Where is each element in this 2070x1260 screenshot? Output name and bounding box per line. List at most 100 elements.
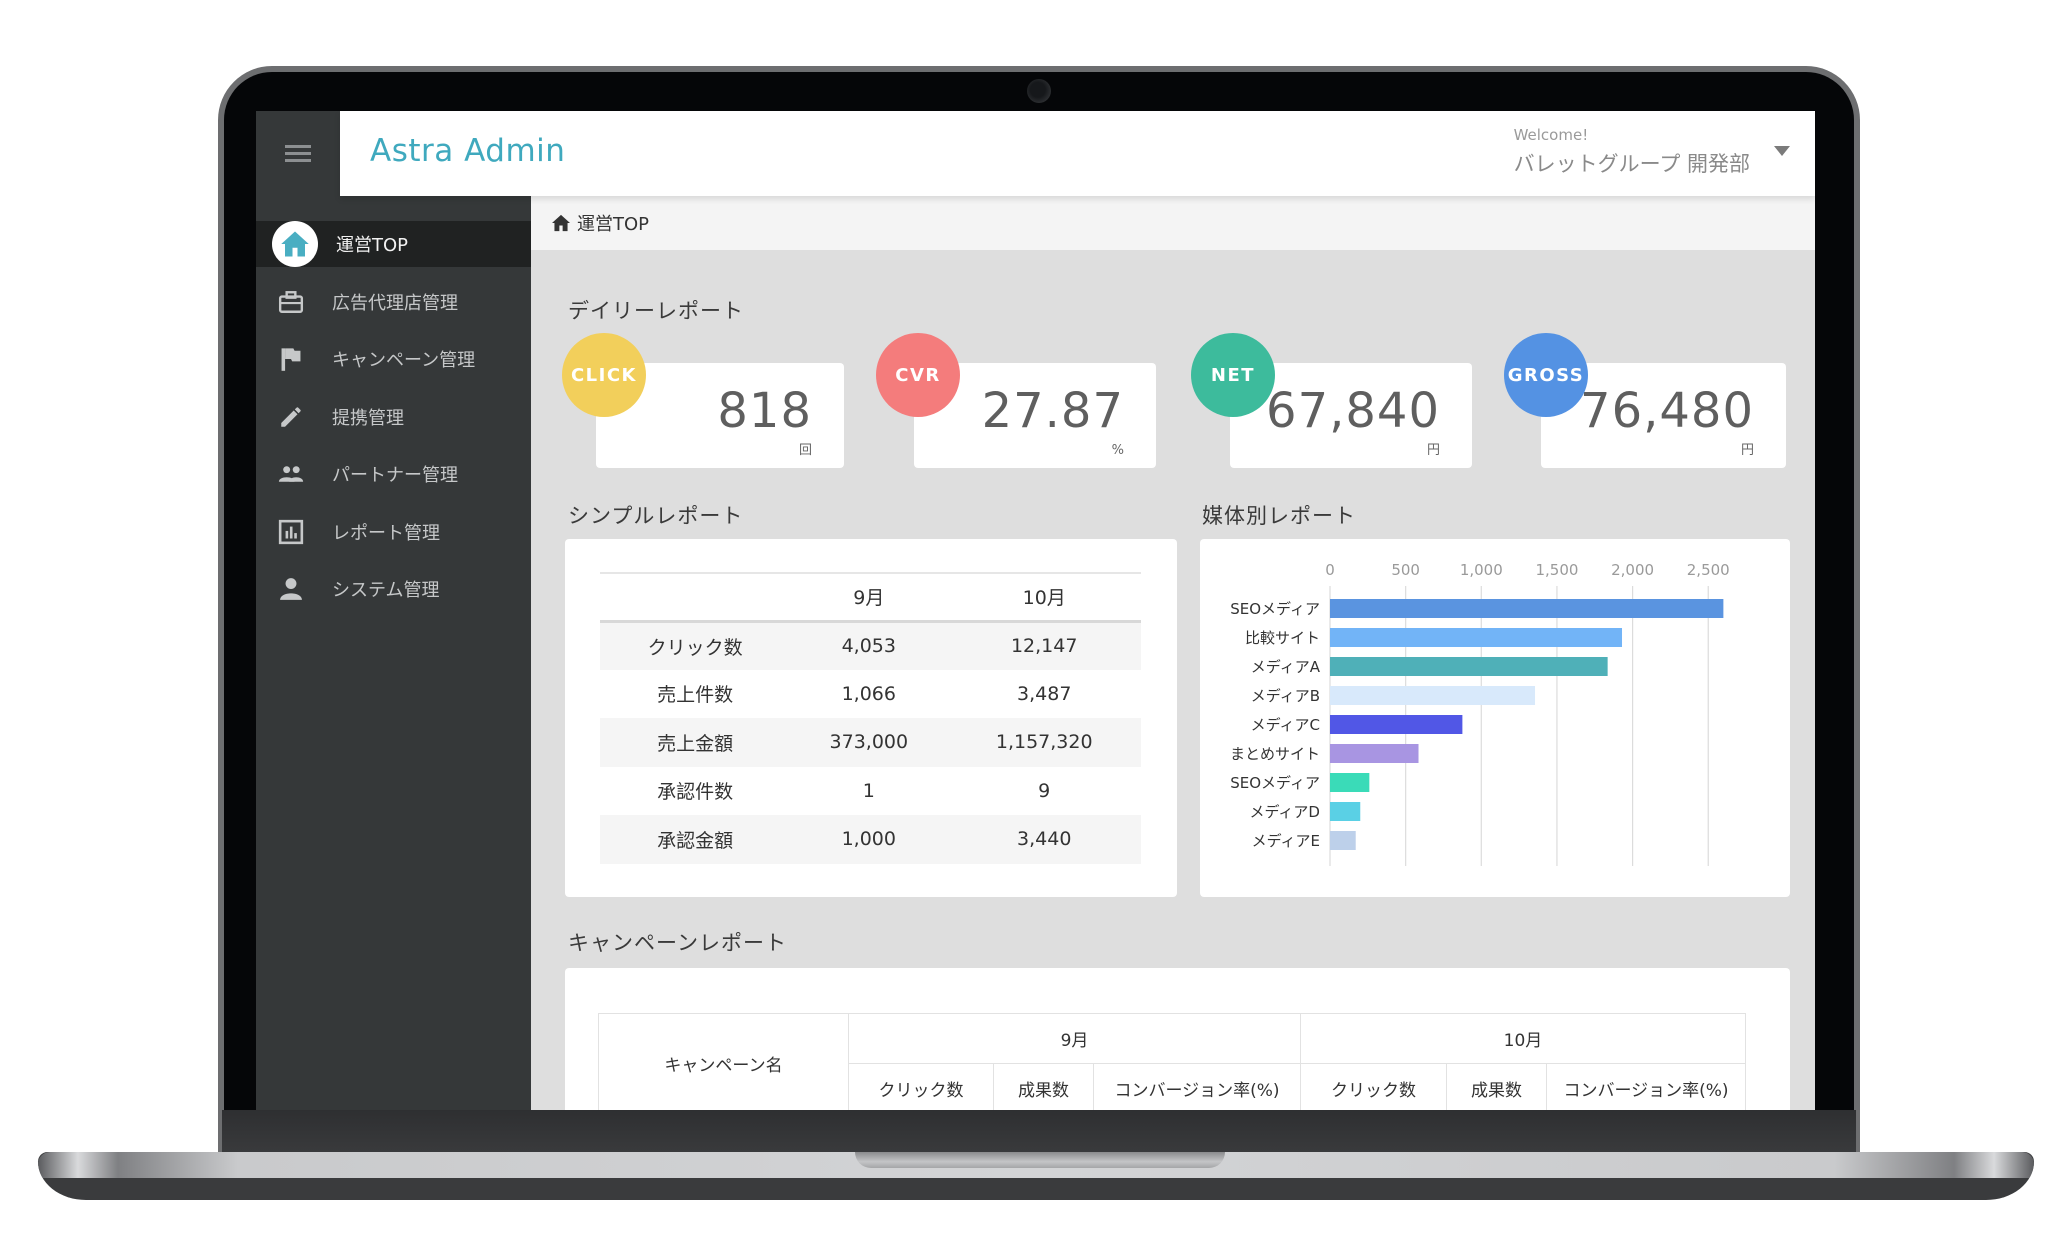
bar <box>1330 744 1419 763</box>
home-icon <box>552 214 570 232</box>
screen: 運営TOP 広告代理店管理 キャンペーン管理 提携管理 パートナー管理 レポート… <box>256 111 1815 1110</box>
bar <box>1330 773 1370 792</box>
table-row: 承認金額 1,000 3,440 <box>600 815 1141 864</box>
app-logo[interactable]: Astra Admin <box>370 133 565 169</box>
sidebar-item-label: キャンペーン管理 <box>332 350 476 372</box>
kpi-value: 818 <box>717 383 812 439</box>
sidebar-item-label: 提携管理 <box>332 407 404 429</box>
table-header-row: 9月 10月 <box>600 572 1141 623</box>
briefcase-icon <box>278 289 304 315</box>
column-header: クリック数 <box>1300 1063 1447 1110</box>
sidebar-item-label: システム管理 <box>332 580 440 602</box>
row-label: 承認金額 <box>600 815 791 864</box>
x-tick-label: 1,000 <box>1460 561 1503 579</box>
x-tick-label: 2,000 <box>1611 561 1654 579</box>
bar <box>1330 599 1724 618</box>
hamburger-icon <box>285 144 311 163</box>
table-cell: 12,147 <box>947 621 1141 670</box>
sidebar-item-top[interactable]: 運営TOP <box>256 221 531 267</box>
pencil-icon <box>278 404 304 430</box>
kpi-unit: 回 <box>798 443 812 458</box>
month-header: 9月 <box>848 1013 1301 1064</box>
column-header: キャンペーン名 <box>598 1013 849 1110</box>
kpi-value: 76,480 <box>1580 383 1754 439</box>
simple-report-title: シンプルレポート <box>568 504 744 528</box>
sidebar-item-reports[interactable]: レポート管理 <box>256 503 531 561</box>
kpi-value: 67,840 <box>1266 383 1440 439</box>
x-tick-label: 1,500 <box>1535 561 1578 579</box>
category-label: メディアC <box>1251 716 1320 734</box>
bar <box>1330 831 1356 850</box>
column-header: 9月 <box>790 572 948 623</box>
breadcrumb-item[interactable]: 運営TOP <box>577 210 649 236</box>
bar <box>1330 657 1608 676</box>
kpi-badge: GROSS <box>1504 333 1588 417</box>
sidebar-item-label: 運営TOP <box>336 235 409 256</box>
bar <box>1330 802 1361 821</box>
welcome-label: Welcome! <box>1513 126 1589 144</box>
sidebar-item-campaigns[interactable]: キャンペーン管理 <box>256 331 531 389</box>
column-header: クリック数 <box>848 1063 994 1110</box>
user-menu[interactable]: Welcome! バレットグループ 開発部 <box>1514 126 1750 178</box>
row-label: 売上件数 <box>657 684 734 707</box>
media-bar-chart: 0 500 1,000 1,500 2,000 2,500SEOメディア比較サイトメディア… <box>1230 561 1730 866</box>
home-icon <box>272 221 318 267</box>
category-label: メディアD <box>1249 803 1320 821</box>
sidebar-item-affiliations[interactable]: 提携管理 <box>256 388 531 446</box>
report-chart-icon <box>278 519 304 545</box>
laptop-hinge-notch <box>855 1152 1225 1168</box>
row-label: 売上金額 <box>600 718 791 767</box>
top-header: Astra Admin Welcome! バレットグループ 開発部 <box>340 111 1815 196</box>
person-icon <box>278 576 304 602</box>
bar <box>1330 686 1536 705</box>
breadcrumb: 運営TOP <box>531 196 1815 250</box>
sidebar-item-agencies[interactable]: 広告代理店管理 <box>256 273 531 331</box>
table-cell: 1 <box>862 779 875 802</box>
kpi-badge: CVR <box>876 333 960 417</box>
table-row: 承認件数 1 9 <box>600 767 1141 816</box>
laptop-bezel-chin <box>222 1110 1856 1156</box>
sidebar: 運営TOP 広告代理店管理 キャンペーン管理 提携管理 パートナー管理 レポート… <box>256 111 531 1110</box>
kpi-value: 27.87 <box>981 383 1124 439</box>
table-cell: 4,053 <box>790 621 948 670</box>
table-row: 売上件数 1,066 3,487 <box>600 670 1141 719</box>
campaign-report-table: キャンペーン名 9月 10月 クリック数 成果数 コンバージョン率(%) クリッ… <box>598 1013 1746 1110</box>
sidebar-item-label: パートナー管理 <box>332 465 458 487</box>
daily-report-title: デイリーレポート <box>568 299 744 323</box>
table-row: クリック数 4,053 12,147 <box>600 621 1141 670</box>
kpi-unit: 円 <box>1740 443 1754 458</box>
simple-report-panel: 9月 10月 クリック数 4,053 12,147 売上件数 1,066 3,4… <box>565 539 1177 897</box>
menu-toggle-button[interactable] <box>256 111 340 196</box>
column-header: 成果数 <box>1446 1063 1547 1110</box>
column-header: 成果数 <box>993 1063 1094 1110</box>
table-cell: 9 <box>1038 779 1051 802</box>
column-header: 10月 <box>947 572 1141 623</box>
table-cell: 1,157,320 <box>947 718 1141 767</box>
table-cell: 3,440 <box>947 815 1141 864</box>
category-label: SEOメディア <box>1230 774 1320 792</box>
sidebar-item-label: レポート管理 <box>332 522 440 544</box>
sidebar-item-label: 広告代理店管理 <box>332 292 458 314</box>
media-report-panel: 0 500 1,000 1,500 2,000 2,500 SEOメディア 比較サイト メディア… <box>1200 539 1790 897</box>
sidebar-item-system[interactable]: システム管理 <box>256 561 531 619</box>
webcam-icon <box>1027 79 1051 103</box>
category-label: 比較サイト <box>1245 629 1320 647</box>
campaign-report-title: キャンペーンレポート <box>568 931 787 955</box>
flag-icon <box>278 346 304 372</box>
kpi-unit: % <box>1111 443 1124 458</box>
table-cell: 1,000 <box>790 815 948 864</box>
x-tick-label: 500 <box>1391 561 1420 579</box>
user-name: バレットグループ 開発部 <box>1513 152 1750 176</box>
category-label: まとめサイト <box>1230 745 1320 763</box>
month-header: 10月 <box>1300 1013 1746 1064</box>
category-label: SEOメディア <box>1230 600 1320 618</box>
sidebar-item-partners[interactable]: パートナー管理 <box>256 446 531 504</box>
kpi-unit: 円 <box>1426 443 1440 458</box>
caret-down-icon[interactable] <box>1774 146 1790 156</box>
x-tick-label: 0 <box>1325 561 1335 579</box>
category-label: メディアA <box>1251 658 1321 676</box>
column-header: コンバージョン率(%) <box>1546 1063 1746 1110</box>
table-row: 売上金額 373,000 1,157,320 <box>600 718 1141 767</box>
column-header: コンバージョン率(%) <box>1093 1063 1301 1110</box>
campaign-report-panel: キャンペーン名 9月 10月 クリック数 成果数 コンバージョン率(%) クリッ… <box>565 968 1790 1110</box>
